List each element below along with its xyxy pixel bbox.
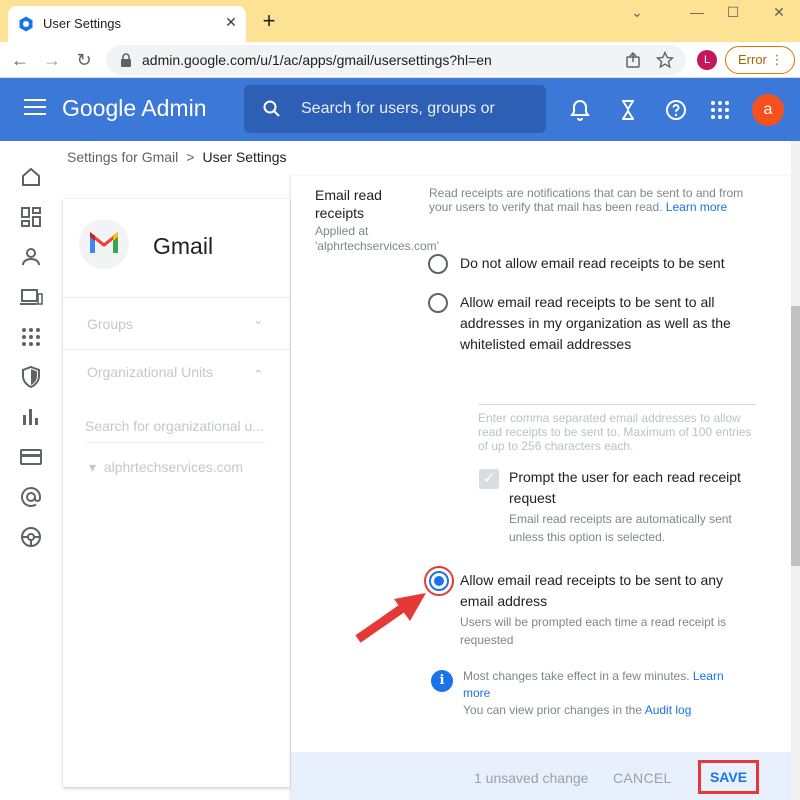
breadcrumb: Settings for Gmail > User Settings xyxy=(67,149,287,165)
maximize-button[interactable]: ☐ xyxy=(718,4,748,22)
chevron-up-icon[interactable]: ⌃ xyxy=(253,367,264,383)
gmail-logo xyxy=(79,219,129,269)
browser-tab[interactable]: User Settings ✕ xyxy=(8,6,246,42)
groups-section[interactable]: Groups xyxy=(87,316,133,332)
breadcrumb-settings-for-gmail[interactable]: Settings for Gmail xyxy=(67,149,178,165)
admin-favicon-icon xyxy=(19,16,33,32)
brand-logo[interactable]: Google Admin xyxy=(62,95,206,122)
audit-log-link[interactable]: Audit log xyxy=(645,703,692,717)
minimize-button[interactable]: — xyxy=(682,4,712,22)
gmail-m-icon xyxy=(90,232,118,253)
checkbox-help: Email read receipts are automatically se… xyxy=(509,512,732,544)
caret-down-icon: ▾ xyxy=(89,459,97,475)
browser-toolbar: ← → ↻ admin.google.com/u/1/ac/apps/gmail… xyxy=(0,42,800,78)
unsaved-count: 1 unsaved change xyxy=(474,770,589,786)
info-message: Most changes take effect in a few minute… xyxy=(463,668,753,719)
support-icon[interactable] xyxy=(19,525,43,549)
option-label: Allow email read receipts to be sent to … xyxy=(460,294,731,352)
back-arrow-icon[interactable]: ← xyxy=(8,48,32,72)
error-label: Error xyxy=(738,52,767,67)
share-icon[interactable] xyxy=(624,51,642,69)
dashboard-icon[interactable] xyxy=(19,205,43,229)
profile-avatar[interactable]: L xyxy=(697,50,717,70)
home-icon[interactable] xyxy=(19,165,43,189)
account-avatar[interactable]: a xyxy=(752,94,784,126)
browser-tab-bar: User Settings ✕ + ⌄ — ☐ ✕ xyxy=(0,0,800,42)
hourglass-icon[interactable] xyxy=(616,98,640,122)
breadcrumb-separator-icon: > xyxy=(186,149,195,165)
apps-icon[interactable] xyxy=(19,325,43,349)
error-button[interactable]: Error ⋮ xyxy=(725,46,795,74)
save-button[interactable]: SAVE xyxy=(698,760,759,794)
scrollbar-thumb[interactable] xyxy=(791,306,800,566)
option-label: Allow email read receipts to be sent to … xyxy=(460,572,724,609)
apps-grid-icon[interactable] xyxy=(708,98,732,122)
info-icon: i xyxy=(431,670,453,692)
url-text: admin.google.com/u/1/ac/apps/gmail/users… xyxy=(142,52,492,68)
forward-arrow-icon[interactable]: → xyxy=(40,48,64,72)
users-icon[interactable] xyxy=(19,245,43,269)
admin-header: Google Admin Search for users, groups or… xyxy=(0,78,800,141)
lock-icon xyxy=(121,53,131,67)
whitelist-textarea[interactable]: Enter comma separated email addresses to… xyxy=(478,404,756,453)
devices-icon[interactable] xyxy=(19,285,43,309)
admin-search-input[interactable]: Search for users, groups or xyxy=(244,85,546,133)
checkbox-label: Prompt the user for each read receipt re… xyxy=(509,469,741,506)
reload-icon[interactable]: ↻ xyxy=(72,48,96,72)
chevron-down-icon[interactable]: ⌄ xyxy=(622,4,652,22)
cancel-button[interactable]: CANCEL xyxy=(613,770,672,786)
chevron-down-icon[interactable]: ⌄ xyxy=(253,312,264,328)
at-sign-icon[interactable] xyxy=(19,485,43,509)
search-placeholder: Search for users, groups or xyxy=(301,100,495,117)
ou-tree-item[interactable]: ▾ alphrtechservices.com xyxy=(89,459,243,476)
bookmark-star-icon[interactable] xyxy=(656,51,674,69)
setting-description: Read receipts are notifications that can… xyxy=(429,186,759,214)
radio-option-any-address[interactable] xyxy=(429,571,449,591)
bell-icon[interactable] xyxy=(568,98,592,122)
tab-title: User Settings xyxy=(43,16,122,31)
info-line2: You can view prior changes in the xyxy=(463,703,643,717)
divider xyxy=(63,349,290,350)
tab-close-icon[interactable]: ✕ xyxy=(222,13,240,31)
menu-icon[interactable] xyxy=(24,99,46,119)
search-icon xyxy=(263,100,280,117)
setting-title: Email read receipts xyxy=(315,187,382,221)
reports-icon[interactable] xyxy=(19,405,43,429)
radio-option-no-receipts[interactable] xyxy=(428,254,448,274)
breadcrumb-current: User Settings xyxy=(202,149,287,165)
address-bar[interactable]: admin.google.com/u/1/ac/apps/gmail/users… xyxy=(106,45,686,75)
setting-applied-at: Applied at 'alphrtechservices.com' xyxy=(315,224,439,253)
option-label: Do not allow email read receipts to be s… xyxy=(460,255,725,271)
help-icon[interactable] xyxy=(664,98,688,122)
radio-option-org-whitelist[interactable] xyxy=(428,293,448,313)
security-shield-icon[interactable] xyxy=(19,365,43,389)
red-arrow-annotation xyxy=(355,593,426,643)
ou-search-input[interactable]: Search for organizational u... xyxy=(85,418,265,443)
divider xyxy=(63,297,290,298)
new-tab-button[interactable]: + xyxy=(258,10,280,32)
info-line1: Most changes take effect in a few minute… xyxy=(463,669,690,683)
gmail-app-card: Gmail Groups ⌄ Organizational Units ⌃ Se… xyxy=(63,199,290,787)
ou-name: alphrtechservices.com xyxy=(103,459,244,475)
prompt-checkbox[interactable]: ✓ xyxy=(479,469,499,489)
org-units-section[interactable]: Organizational Units xyxy=(87,364,213,380)
learn-more-link[interactable]: Learn more xyxy=(666,200,727,214)
option-help: Users will be prompted each time a read … xyxy=(460,615,727,647)
left-nav-rail xyxy=(0,141,62,800)
app-title: Gmail xyxy=(153,233,214,259)
close-window-button[interactable]: ✕ xyxy=(764,4,794,22)
billing-icon[interactable] xyxy=(19,445,43,469)
